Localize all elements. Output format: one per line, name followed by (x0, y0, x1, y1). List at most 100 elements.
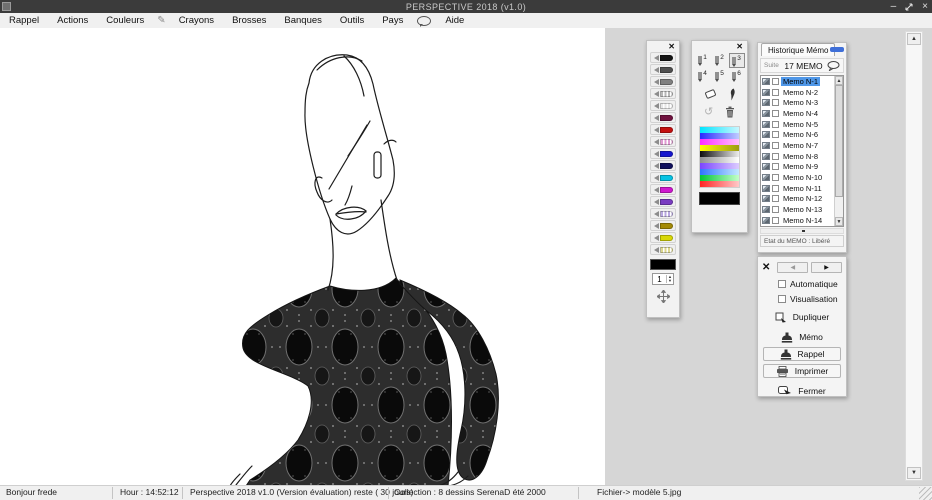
print-button[interactable]: Imprimer (763, 364, 841, 378)
memo-list-item[interactable]: Memo N-12 (761, 194, 843, 205)
memo-list-item[interactable]: Memo N-5 (761, 119, 843, 130)
memo-checkbox[interactable] (772, 121, 779, 128)
memo-checkbox[interactable] (772, 206, 779, 213)
size-spinner[interactable]: 1 ▲▼ (652, 273, 674, 285)
previous-button[interactable]: ◀ (777, 262, 808, 273)
memo-list-item[interactable]: Memo N-9 (761, 162, 843, 173)
crayon-button[interactable] (650, 208, 676, 219)
selected-color-swatch[interactable] (699, 192, 740, 205)
crayon-button[interactable] (650, 172, 676, 183)
maximize-button[interactable] (905, 3, 913, 11)
current-color-swatch[interactable] (650, 259, 676, 270)
panel-resize-handle[interactable] (760, 228, 844, 234)
memo-checkbox[interactable] (772, 217, 779, 224)
close-icon[interactable]: ✕ (692, 41, 747, 51)
memo-list-item[interactable]: Memo N-10 (761, 172, 843, 183)
menu-aide[interactable]: Aide (436, 13, 473, 28)
spinner-down-icon[interactable]: ▼ (668, 279, 672, 283)
close-icon[interactable]: ✕ (762, 262, 770, 273)
menu-actions[interactable]: Actions (48, 13, 97, 28)
tab-historique-memo[interactable]: Historique Mémo (761, 43, 835, 56)
close-panel-button[interactable]: Fermer (758, 384, 846, 398)
drawing-canvas[interactable] (0, 28, 605, 487)
memo-checkbox[interactable] (772, 89, 779, 96)
memo-list-item[interactable]: Memo N-4 (761, 108, 843, 119)
brush-icon[interactable] (727, 88, 737, 101)
memo-list-item[interactable]: Memo N-8 (761, 151, 843, 162)
pencil-a5[interactable]: 5 (712, 69, 728, 84)
memo-list-item[interactable]: Memo N-11 (761, 183, 843, 194)
crayon-button[interactable] (650, 244, 676, 255)
memo-checkbox[interactable] (772, 153, 779, 160)
crayon-button[interactable] (650, 52, 676, 63)
scroll-down-icon[interactable]: ▼ (907, 467, 921, 479)
crayon-button[interactable] (650, 124, 676, 135)
crayon-button[interactable] (650, 196, 676, 207)
memo-list-item[interactable]: Memo N-3 (761, 97, 843, 108)
crayon-button[interactable] (650, 64, 676, 75)
pencil-a3[interactable]: 3 (729, 53, 745, 68)
menu-outils[interactable]: Outils (331, 13, 373, 28)
menu-brosses[interactable]: Brosses (223, 13, 275, 28)
trash-icon[interactable] (725, 106, 735, 118)
crayon-button[interactable] (650, 112, 676, 123)
menu-pays[interactable]: Pays (373, 13, 412, 28)
memo-button[interactable]: Mémo (758, 330, 846, 344)
memo-list-item[interactable]: Memo N-13 (761, 204, 843, 215)
memo-list-item[interactable]: Memo N-7 (761, 140, 843, 151)
memo-checkbox[interactable] (772, 195, 779, 202)
crayon-button[interactable] (650, 148, 676, 159)
gradient-strip[interactable] (700, 181, 739, 187)
scroll-up-icon[interactable]: ▲ (835, 76, 843, 85)
crayon-button[interactable] (650, 232, 676, 243)
pencil-a6[interactable]: 6 (729, 69, 745, 84)
scrollbar-thumb[interactable] (835, 85, 843, 197)
crayon-button[interactable] (650, 220, 676, 231)
automatic-checkbox[interactable] (778, 280, 786, 288)
menu-crayons[interactable]: Crayons (170, 13, 223, 28)
pencil-a2[interactable]: 2 (712, 53, 728, 68)
memo-list-item[interactable]: Memo N-14 (761, 215, 843, 226)
memo-checkbox[interactable] (772, 99, 779, 106)
memo-checkbox[interactable] (772, 131, 779, 138)
memo-checkbox[interactable] (772, 142, 779, 149)
memo-checkbox[interactable] (772, 185, 779, 192)
eraser-icon[interactable] (703, 88, 718, 101)
recall-button[interactable]: Rappel (763, 347, 841, 361)
memo-checkbox[interactable] (772, 110, 779, 117)
memo-list-item[interactable]: Memo N-1 (761, 76, 843, 87)
menu-rappel[interactable]: Rappel (0, 13, 48, 28)
menu-couleurs[interactable]: Couleurs (97, 13, 153, 28)
crayon-button[interactable] (650, 76, 676, 87)
menu-banques[interactable]: Banques (275, 13, 331, 28)
undo-icon[interactable]: ↺ (704, 107, 713, 118)
visualisation-checkbox[interactable] (778, 295, 786, 303)
duplicate-button[interactable]: Dupliquer (758, 310, 846, 324)
memo-checkbox[interactable] (772, 78, 779, 85)
memo-label: Memo N-11 (781, 184, 824, 193)
next-button[interactable]: ▶ (811, 262, 842, 273)
pencil-a1[interactable]: 1 (695, 53, 711, 68)
speech-bubble-icon[interactable] (827, 61, 840, 71)
visualisation-checkbox-row[interactable]: Visualisation (778, 294, 846, 304)
scroll-up-icon[interactable]: ▲ (907, 33, 921, 45)
minimize-button[interactable]: – (891, 0, 897, 13)
close-button[interactable]: × (922, 0, 928, 13)
crayon-button[interactable] (650, 184, 676, 195)
scroll-down-icon[interactable]: ▼ (835, 217, 843, 226)
automatic-checkbox-row[interactable]: Automatique (778, 279, 846, 289)
memo-list-item[interactable]: Memo N-6 (761, 129, 843, 140)
crayon-button[interactable] (650, 88, 676, 99)
crayon-button[interactable] (650, 100, 676, 111)
memo-scrollbar[interactable]: ▲ ▼ (834, 76, 843, 226)
window-scrollbar[interactable]: ▲ ▼ (905, 31, 923, 481)
close-icon[interactable]: ✕ (647, 41, 679, 51)
pencil-a4[interactable]: 4 (695, 69, 711, 84)
crayon-button[interactable] (650, 136, 676, 147)
memo-checkbox[interactable] (772, 163, 779, 170)
memo-list-item[interactable]: Memo N-2 (761, 87, 843, 98)
move-icon[interactable] (657, 290, 670, 303)
resize-grip[interactable] (919, 487, 932, 500)
memo-checkbox[interactable] (772, 174, 779, 181)
crayon-button[interactable] (650, 160, 676, 171)
